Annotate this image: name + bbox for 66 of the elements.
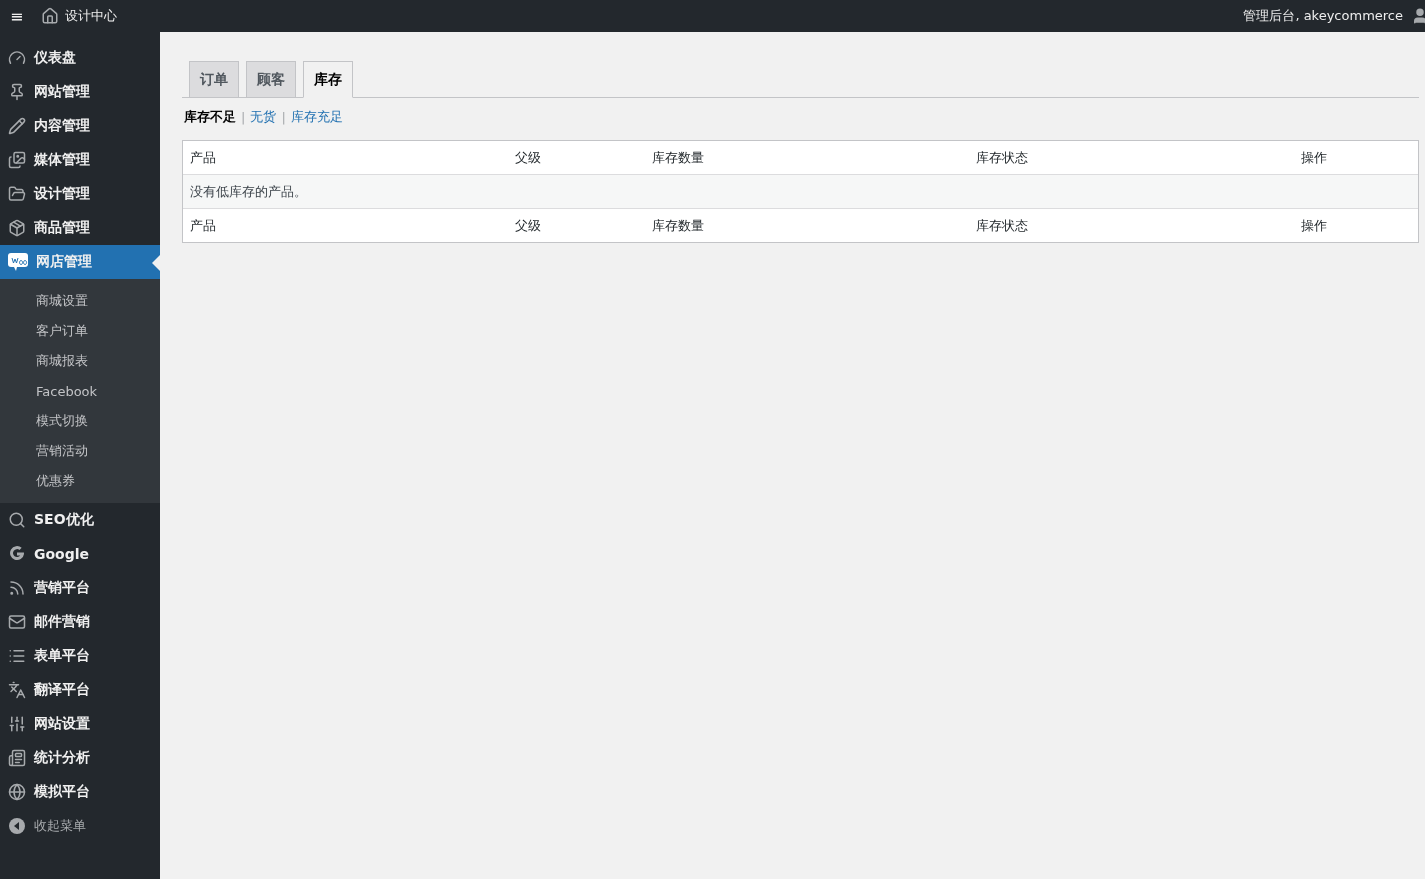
woo-logo-icon [8, 253, 28, 271]
sidebar-item[interactable]: 营销平台 [0, 571, 160, 605]
menu-icon [8, 647, 26, 665]
sidebar-item[interactable]: 邮件营销 [0, 605, 160, 639]
menu-icon [8, 151, 26, 169]
home-icon[interactable] [41, 7, 60, 25]
menu-toggle[interactable]: ≡ [10, 6, 24, 26]
active-pointer [152, 255, 160, 271]
menu-icon [8, 783, 26, 801]
menu-icon [8, 715, 26, 733]
submenu-item[interactable]: 优惠券 [0, 466, 160, 496]
submenu-item[interactable]: Facebook [0, 376, 160, 406]
sidebar-item[interactable]: 翻译平台 [0, 673, 160, 707]
submenu-item[interactable]: 商城报表 [0, 346, 160, 376]
column-header: 库存状态 [975, 148, 1030, 167]
sidebar-item[interactable]: 模拟平台 [0, 775, 160, 809]
column-header: 产品 [189, 148, 217, 167]
tab[interactable]: 订单 [189, 61, 239, 97]
sidebar-item[interactable]: 仪表盘 [0, 41, 160, 75]
tab[interactable]: 顾客 [246, 61, 296, 97]
user-greeting[interactable]: 管理后台, akeycommerce [1243, 7, 1403, 25]
menu-icon [8, 49, 26, 67]
sidebar-item[interactable]: 网站设置 [0, 707, 160, 741]
submenu-item[interactable]: 客户订单 [0, 316, 160, 346]
submenu-item[interactable]: 模式切换 [0, 406, 160, 436]
menu-icon [8, 219, 26, 237]
sidebar-item[interactable]: 网店管理 [0, 245, 160, 279]
menu-icon [8, 117, 26, 135]
filter-link[interactable]: 库存充足 [290, 108, 343, 126]
sidebar-item[interactable]: 网站管理 [0, 75, 160, 109]
collapse-menu-button[interactable]: 收起菜单 [0, 809, 160, 843]
sidebar-item[interactable]: SEO优化 [0, 503, 160, 537]
submenu-item[interactable]: 商城设置 [0, 286, 160, 316]
column-footer: 产品 [183, 216, 508, 235]
user-icon[interactable] [1411, 7, 1425, 25]
separator: | [241, 109, 246, 125]
filter-link[interactable]: 无货 [250, 108, 277, 126]
sidebar-item[interactable]: 设计管理 [0, 177, 160, 211]
filter-link[interactable]: 库存不足 [184, 108, 236, 126]
sidebar-item[interactable]: 内容管理 [0, 109, 160, 143]
column-footer: 库存数量 [644, 216, 970, 235]
separator: | [281, 109, 286, 125]
letter-g-icon [8, 545, 26, 563]
collapse-icon [8, 817, 26, 835]
sidebar-item[interactable]: 媒体管理 [0, 143, 160, 177]
column-header: 操作 [1300, 148, 1329, 167]
menu-icon [8, 749, 26, 767]
column-header: 库存数量 [650, 148, 705, 167]
sidebar-item[interactable]: Google [0, 537, 160, 571]
sidebar-item[interactable]: 统计分析 [0, 741, 160, 775]
sidebar-item[interactable]: 商品管理 [0, 211, 160, 245]
site-title[interactable]: 设计中心 [65, 7, 118, 25]
empty-message: 没有低库存的产品。 [189, 182, 308, 201]
menu-icon [8, 511, 26, 529]
tab[interactable]: 库存 [303, 61, 353, 98]
submenu-item[interactable]: 营销活动 [0, 436, 160, 466]
column-footer: 操作 [1294, 216, 1418, 235]
menu-icon [8, 681, 26, 699]
column-footer: 父级 [507, 216, 645, 235]
column-header: 父级 [513, 148, 542, 167]
column-footer: 库存状态 [969, 216, 1295, 235]
menu-icon [8, 613, 26, 631]
menu-icon [8, 185, 26, 203]
sidebar-item[interactable]: 表单平台 [0, 639, 160, 673]
menu-icon [8, 579, 26, 597]
menu-icon [8, 83, 26, 101]
